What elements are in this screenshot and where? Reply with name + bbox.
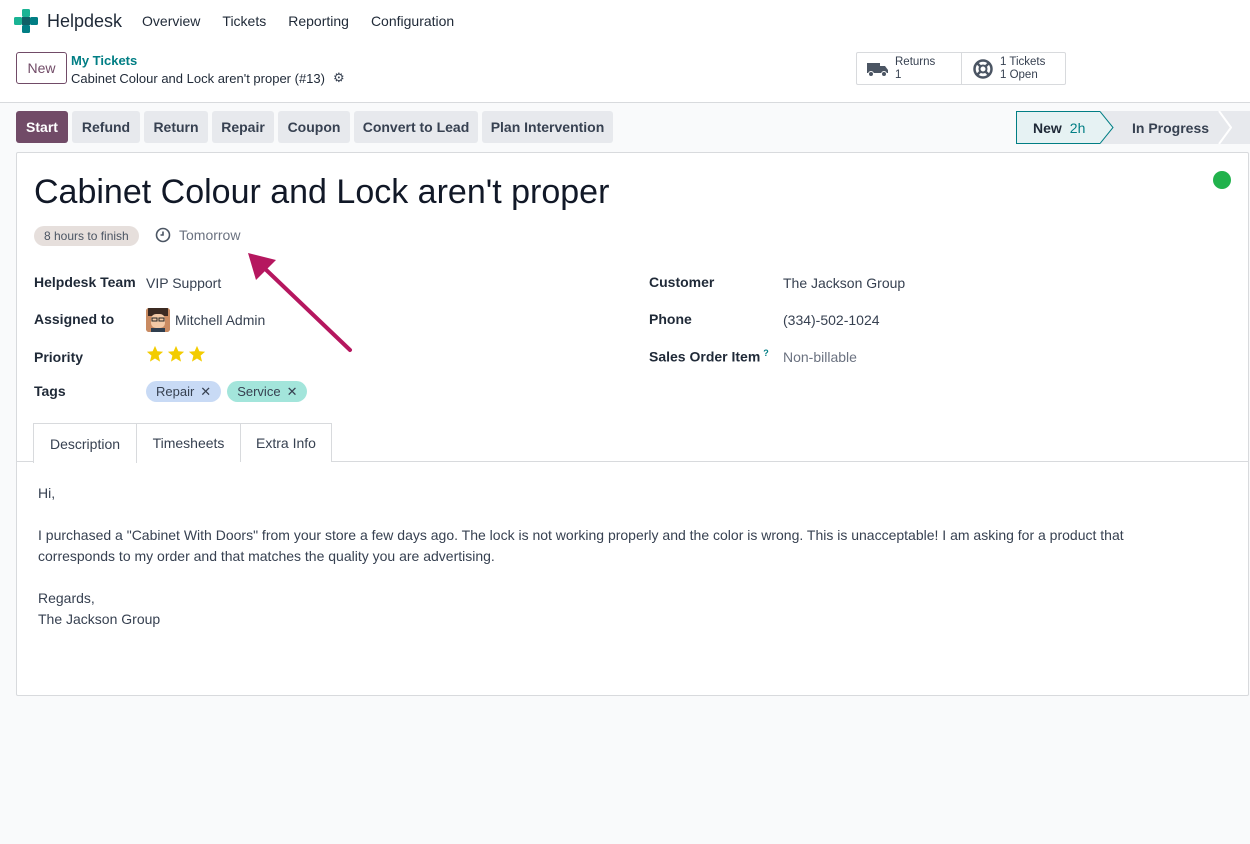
assigned-to-label: Assigned to (34, 311, 115, 327)
customer-label: Customer (649, 274, 715, 290)
assigned-to-field[interactable]: Mitchell Admin (146, 308, 265, 332)
app-name[interactable]: Helpdesk (47, 11, 122, 32)
control-panel: New My Tickets Cabinet Colour and Lock a… (0, 42, 1250, 103)
start-button[interactable]: Start (16, 111, 68, 143)
nav-overview[interactable]: Overview (142, 13, 200, 29)
tickets-smart-button[interactable]: 1 Tickets 1 Open (961, 53, 1065, 84)
description-signature: The Jackson Group (38, 611, 161, 627)
star-icon[interactable] (146, 345, 164, 363)
tab-description[interactable]: Description (33, 423, 137, 463)
tab-timesheets[interactable]: Timesheets (136, 423, 241, 462)
description-body[interactable]: Hi, I purchased a "Cabinet With Doors" f… (38, 483, 1218, 630)
plan-intervention-button[interactable]: Plan Intervention (482, 111, 613, 143)
remove-tag-icon[interactable]: ✕ (287, 384, 298, 400)
nav-reporting[interactable]: Reporting (288, 13, 349, 29)
tickets-open: 1 Open (1000, 68, 1038, 81)
priority-stars (146, 345, 209, 363)
stage-new-label: New (1033, 119, 1062, 136)
assigned-to-value: Mitchell Admin (175, 312, 266, 328)
stage-in-progress[interactable]: In Progress (1114, 111, 1218, 144)
stage-new-duration: 2h (1069, 119, 1086, 136)
sla-badge: 8 hours to finish (34, 226, 139, 246)
remove-tag-icon[interactable]: ✕ (200, 384, 211, 400)
star-icon[interactable] (188, 345, 206, 363)
returns-count: 1 (895, 68, 902, 81)
sales-order-item-label: Sales Order Item? (649, 348, 769, 365)
convert-to-lead-button[interactable]: Convert to Lead (354, 111, 478, 143)
tags-label: Tags (34, 383, 66, 399)
smart-buttons: Returns 1 1 Tickets 1 Open (856, 52, 1066, 85)
breadcrumb-current: Cabinet Colour and Lock aren't proper (#… (71, 70, 345, 86)
help-tooltip-icon[interactable]: ? (763, 348, 769, 358)
kanban-state-indicator[interactable] (1213, 171, 1231, 189)
stage-arrow-icon (1100, 111, 1114, 144)
gear-icon[interactable]: ⚙ (333, 70, 345, 86)
tab-extra-info[interactable]: Extra Info (240, 423, 332, 462)
avatar (146, 308, 170, 332)
breadcrumb-current-label: Cabinet Colour and Lock aren't proper (#… (71, 70, 325, 86)
phone-value[interactable]: (334)-502-1024 (783, 312, 880, 328)
truck-icon (867, 61, 889, 77)
tag-repair[interactable]: Repair ✕ (146, 381, 222, 402)
tag-service-label: Service (237, 384, 281, 399)
returns-smart-button[interactable]: Returns 1 (857, 53, 961, 84)
return-button[interactable]: Return (144, 111, 208, 143)
stage-statusbar: New 2h In Progress ... (1016, 111, 1250, 144)
description-line-1: I purchased a "Cabinet With Doors" from … (38, 527, 1124, 543)
coupon-button[interactable]: Coupon (278, 111, 350, 143)
returns-label: Returns (895, 55, 936, 68)
deadline-field[interactable]: Tomorrow (155, 227, 240, 243)
notebook-tabs: Description Timesheets Extra Info (17, 423, 1248, 463)
nav-tickets[interactable]: Tickets (222, 13, 266, 29)
stage-divider-icon (1218, 111, 1232, 144)
sales-order-item-value[interactable]: Non-billable (783, 349, 857, 365)
phone-label: Phone (649, 311, 692, 327)
description-closing: Regards, (38, 590, 95, 606)
helpdesk-logo-icon[interactable] (14, 9, 38, 33)
tag-repair-label: Repair (156, 384, 195, 399)
description-line-2: corresponds to my order and that matches… (38, 548, 495, 564)
customer-value[interactable]: The Jackson Group (783, 275, 905, 291)
clock-icon (155, 227, 171, 243)
star-icon[interactable] (167, 345, 185, 363)
repair-button[interactable]: Repair (212, 111, 274, 143)
refund-button[interactable]: Refund (72, 111, 140, 143)
breadcrumb-parent[interactable]: My Tickets (71, 53, 137, 68)
priority-label: Priority (34, 349, 84, 365)
tickets-count: 1 Tickets (1000, 55, 1046, 68)
tags-field[interactable]: Repair ✕ Service ✕ (146, 381, 313, 402)
helpdesk-team-value[interactable]: VIP Support (146, 275, 221, 291)
life-ring-icon (972, 58, 994, 79)
description-greeting: Hi, (38, 485, 56, 501)
sales-order-item-label-text: Sales Order Item (649, 348, 761, 365)
nav-configuration[interactable]: Configuration (371, 13, 454, 29)
top-navbar: Helpdesk Overview Tickets Reporting Conf… (0, 0, 1250, 42)
new-button[interactable]: New (16, 52, 67, 84)
stage-more-button[interactable]: ... (1232, 111, 1250, 144)
stage-new[interactable]: New 2h (1016, 111, 1100, 144)
deadline-value: Tomorrow (179, 227, 241, 243)
tag-service[interactable]: Service ✕ (227, 381, 308, 402)
helpdesk-team-label: Helpdesk Team (34, 274, 136, 290)
ticket-form-sheet: Cabinet Colour and Lock aren't proper 8 … (16, 152, 1249, 696)
ticket-title[interactable]: Cabinet Colour and Lock aren't proper (34, 173, 609, 212)
